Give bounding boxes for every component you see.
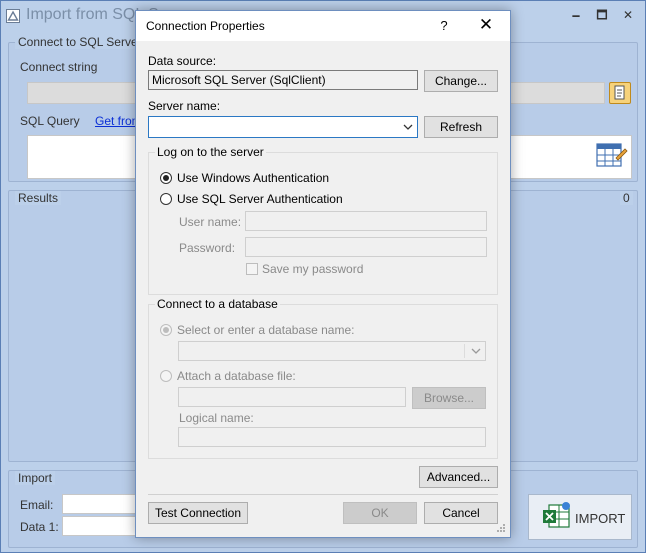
data1-label: Data 1: [20, 520, 59, 534]
data1-input[interactable] [62, 516, 142, 536]
database-panel-title: Connect to a database [155, 297, 280, 311]
sql-query-label: SQL Query [20, 114, 80, 128]
maximize-icon[interactable]: 🗖 [592, 5, 612, 25]
edit-connection-button[interactable] [609, 82, 631, 104]
chevron-down-icon[interactable] [403, 120, 413, 134]
data-source-field: Microsoft SQL Server (SqlClient) [148, 70, 418, 90]
email-input[interactable] [62, 494, 142, 514]
attach-database-label: Attach a database file: [177, 369, 296, 383]
dialog-divider [148, 494, 498, 495]
document-icon [614, 85, 625, 100]
results-count: 0 [620, 191, 633, 205]
ok-button[interactable]: OK [343, 502, 417, 524]
logical-name-label: Logical name: [179, 411, 254, 425]
connect-group-title: Connect to SQL Server [15, 35, 145, 49]
sql-auth-label[interactable]: Use SQL Server Authentication [177, 192, 343, 206]
select-database-label: Select or enter a database name: [177, 323, 355, 337]
minimize-icon[interactable]: 🗕 [566, 5, 586, 25]
query-builder-button[interactable] [594, 138, 628, 172]
email-label: Email: [20, 498, 54, 512]
user-name-input[interactable] [245, 211, 487, 231]
connection-properties-dialog: Connection Properties ? ✕ Data source: M… [135, 10, 511, 538]
table-query-icon [596, 143, 628, 167]
data-source-label: Data source: [148, 54, 217, 68]
select-database-radio[interactable] [160, 324, 172, 336]
combo-divider [464, 344, 465, 358]
resize-grip-icon[interactable] [496, 523, 506, 533]
save-password-label: Save my password [262, 262, 364, 276]
database-name-combobox[interactable] [178, 341, 486, 361]
import-button-label: IMPORT [575, 511, 626, 526]
import-button[interactable]: IMPORT [528, 494, 632, 540]
advanced-button[interactable]: Advanced... [419, 466, 498, 488]
dialog-title: Connection Properties [146, 19, 265, 33]
help-icon[interactable]: ? [434, 17, 454, 37]
windows-auth-radio[interactable] [160, 172, 172, 184]
app-icon [6, 9, 20, 23]
refresh-button[interactable]: Refresh [424, 116, 498, 138]
results-title: Results [15, 191, 62, 205]
browse-button[interactable]: Browse... [412, 387, 486, 409]
connect-string-label: Connect string [20, 60, 98, 74]
excel-import-icon [541, 501, 571, 531]
close-icon[interactable]: ✕ [618, 5, 638, 25]
user-name-label: User name: [179, 215, 242, 229]
dialog-titlebar: Connection Properties ? ✕ [136, 11, 510, 41]
save-password-checkbox[interactable] [246, 263, 258, 275]
test-connection-button[interactable]: Test Connection [148, 502, 248, 524]
change-button[interactable]: Change... [424, 70, 498, 92]
chevron-down-icon[interactable] [471, 344, 481, 358]
logical-name-input[interactable] [178, 427, 486, 447]
attach-file-input[interactable] [178, 387, 406, 407]
cancel-button[interactable]: Cancel [424, 502, 498, 524]
dialog-close-icon[interactable]: ✕ [474, 15, 498, 37]
server-name-combobox[interactable] [148, 116, 418, 138]
server-name-label: Server name: [148, 99, 221, 113]
logon-panel-title: Log on to the server [155, 145, 266, 159]
attach-database-radio[interactable] [160, 370, 172, 382]
sql-auth-radio[interactable] [160, 193, 172, 205]
windows-auth-label[interactable]: Use Windows Authentication [177, 171, 329, 185]
import-group-title: Import [15, 471, 56, 485]
password-label: Password: [179, 241, 236, 255]
password-input[interactable] [245, 237, 487, 257]
